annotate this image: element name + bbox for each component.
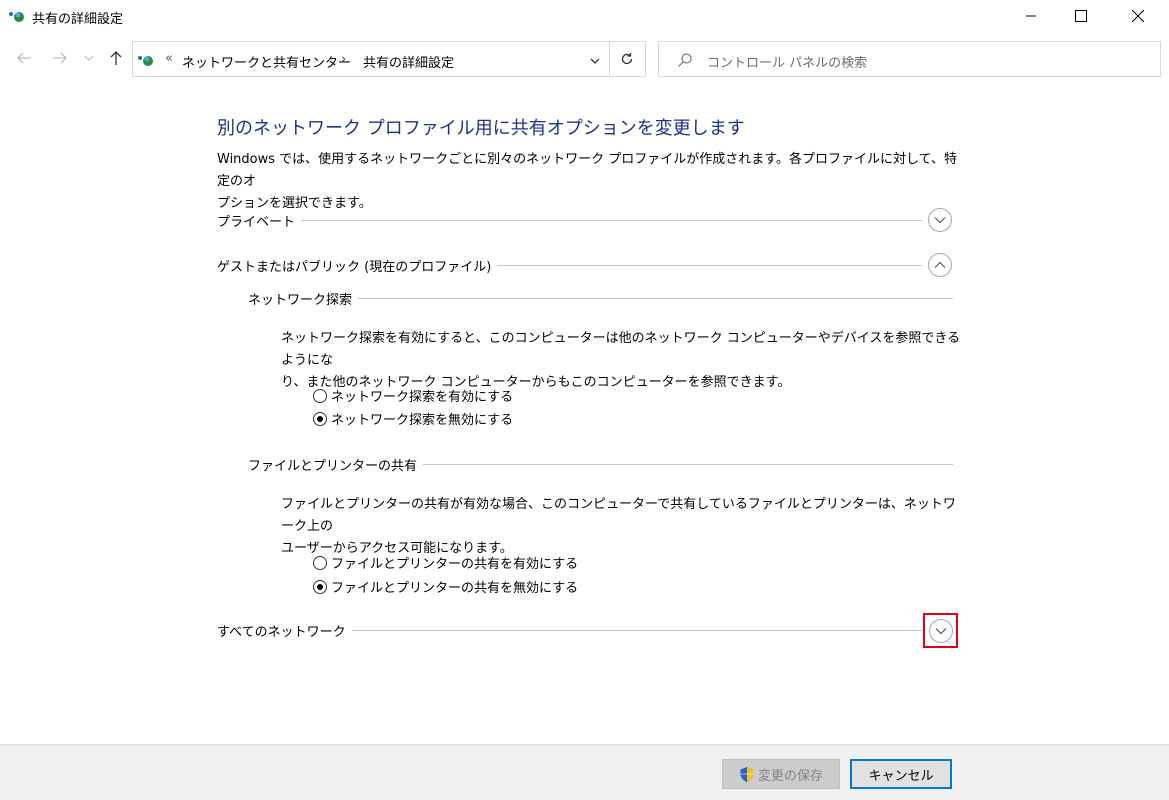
profile-private-label: プライベート — [217, 214, 296, 230]
divider — [301, 219, 922, 221]
radio-button-selected-icon[interactable] — [313, 411, 327, 426]
intro-line-1: Windows では、使用するネットワークごとに別々のネットワーク プロファイル… — [217, 152, 957, 189]
network-discovery-off-radio[interactable]: ネットワーク探索を無効にする — [313, 409, 513, 428]
file-sharing-on-radio[interactable]: ファイルとプリンターの共有を有効にする — [313, 553, 578, 572]
cancel-button[interactable]: キャンセル — [850, 759, 952, 789]
radio-button-selected-icon[interactable] — [313, 579, 327, 594]
intro-text: Windows では、使用するネットワークごとに別々のネットワーク プロファイル… — [217, 149, 957, 215]
close-button[interactable] — [1115, 0, 1161, 32]
network-discovery-on-radio[interactable]: ネットワーク探索を有効にする — [313, 386, 513, 405]
divider — [358, 297, 953, 299]
profile-private-header[interactable]: プライベート — [217, 208, 922, 232]
search-input[interactable]: コントロール パネルの検索 — [707, 52, 867, 71]
arrow-right-icon — [53, 52, 67, 64]
chevron-down-icon — [84, 55, 94, 61]
breadcrumb-network-center[interactable]: ネットワークと共有センター — [182, 52, 351, 71]
breadcrumb-current[interactable]: 共有の詳細設定 — [363, 52, 454, 71]
file-sharing-off-radio[interactable]: ファイルとプリンターの共有を無効にする — [313, 577, 578, 596]
minimize-icon — [1026, 15, 1036, 17]
navigation-bar: « ネットワークと共有センター › 共有の詳細設定 コントロール パネルの検索 — [0, 38, 1169, 78]
radio-label[interactable]: ネットワーク探索を有効にする — [331, 386, 513, 405]
shield-icon — [740, 766, 754, 782]
radio-button-icon[interactable] — [313, 388, 327, 403]
window-title: 共有の詳細設定 — [32, 12, 124, 27]
radio-label[interactable]: ファイルとプリンターの共有を無効にする — [331, 577, 578, 596]
close-icon — [1132, 10, 1144, 22]
highlight-box — [923, 613, 958, 648]
radio-button-icon[interactable] — [313, 555, 327, 570]
chevron-down-icon — [590, 58, 600, 64]
maximize-button[interactable] — [1058, 0, 1104, 32]
network-discovery-description: ネットワーク探索を有効にすると、このコンピューターは他のネットワーク コンピュー… — [281, 328, 961, 394]
save-changes-button[interactable]: 変更の保存 — [722, 759, 840, 789]
file-sharing-title: ファイルとプリンターの共有 — [248, 458, 418, 474]
breadcrumb-separator[interactable]: › — [341, 52, 346, 67]
description-line-1: ファイルとプリンターの共有が有効な場合、このコンピューターで共有しているファイル… — [281, 497, 956, 534]
address-bar[interactable]: « ネットワークと共有センター › 共有の詳細設定 — [132, 41, 610, 77]
refresh-button[interactable] — [609, 41, 646, 77]
search-icon — [677, 52, 693, 72]
file-sharing-header: ファイルとプリンターの共有 — [248, 452, 953, 476]
up-button[interactable] — [106, 48, 126, 68]
profile-guest-public-header[interactable]: ゲストまたはパブリック (現在のプロファイル) — [217, 253, 922, 277]
file-sharing-description: ファイルとプリンターの共有が有効な場合、このコンピューターで共有しているファイル… — [281, 494, 961, 560]
network-discovery-title: ネットワーク探索 — [248, 292, 353, 308]
back-button[interactable] — [14, 48, 34, 68]
divider — [497, 264, 922, 266]
chevron-up-icon — [934, 261, 946, 268]
radio-label[interactable]: ネットワーク探索を無効にする — [331, 409, 513, 428]
breadcrumb-overflow[interactable]: « — [165, 51, 173, 66]
network-discovery-header: ネットワーク探索 — [248, 286, 953, 310]
profile-all-networks-label: すべてのネットワーク — [217, 624, 346, 640]
recent-locations-button[interactable] — [82, 48, 96, 68]
search-box[interactable]: コントロール パネルの検索 — [658, 41, 1161, 77]
divider — [351, 629, 922, 631]
cancel-label: キャンセル — [868, 768, 934, 784]
arrow-left-icon — [17, 52, 31, 64]
profile-all-networks-header[interactable]: すべてのネットワーク — [217, 618, 922, 642]
profile-guest-public-collapse-button[interactable] — [928, 253, 952, 277]
profile-guest-public-label: ゲストまたはパブリック (現在のプロファイル) — [217, 259, 492, 275]
address-dropdown-button[interactable] — [585, 51, 605, 71]
profile-private-expand-button[interactable] — [928, 208, 952, 232]
network-sharing-icon — [8, 8, 24, 24]
footer-bar: 変更の保存 キャンセル — [0, 744, 1169, 800]
network-sharing-icon — [137, 52, 153, 68]
title-bar: 共有の詳細設定 — [0, 0, 1169, 32]
refresh-icon — [621, 53, 633, 65]
divider — [423, 463, 953, 465]
chevron-down-icon — [934, 217, 946, 224]
save-changes-label: 変更の保存 — [757, 768, 823, 784]
arrow-up-icon — [110, 51, 122, 65]
radio-label[interactable]: ファイルとプリンターの共有を有効にする — [331, 553, 578, 572]
maximize-icon — [1075, 10, 1087, 22]
page-title: 別のネットワーク プロファイル用に共有オプションを変更します — [217, 118, 745, 139]
forward-button[interactable] — [50, 48, 70, 68]
minimize-button[interactable] — [1008, 0, 1054, 32]
description-line-1: ネットワーク探索を有効にすると、このコンピューターは他のネットワーク コンピュー… — [281, 331, 961, 368]
